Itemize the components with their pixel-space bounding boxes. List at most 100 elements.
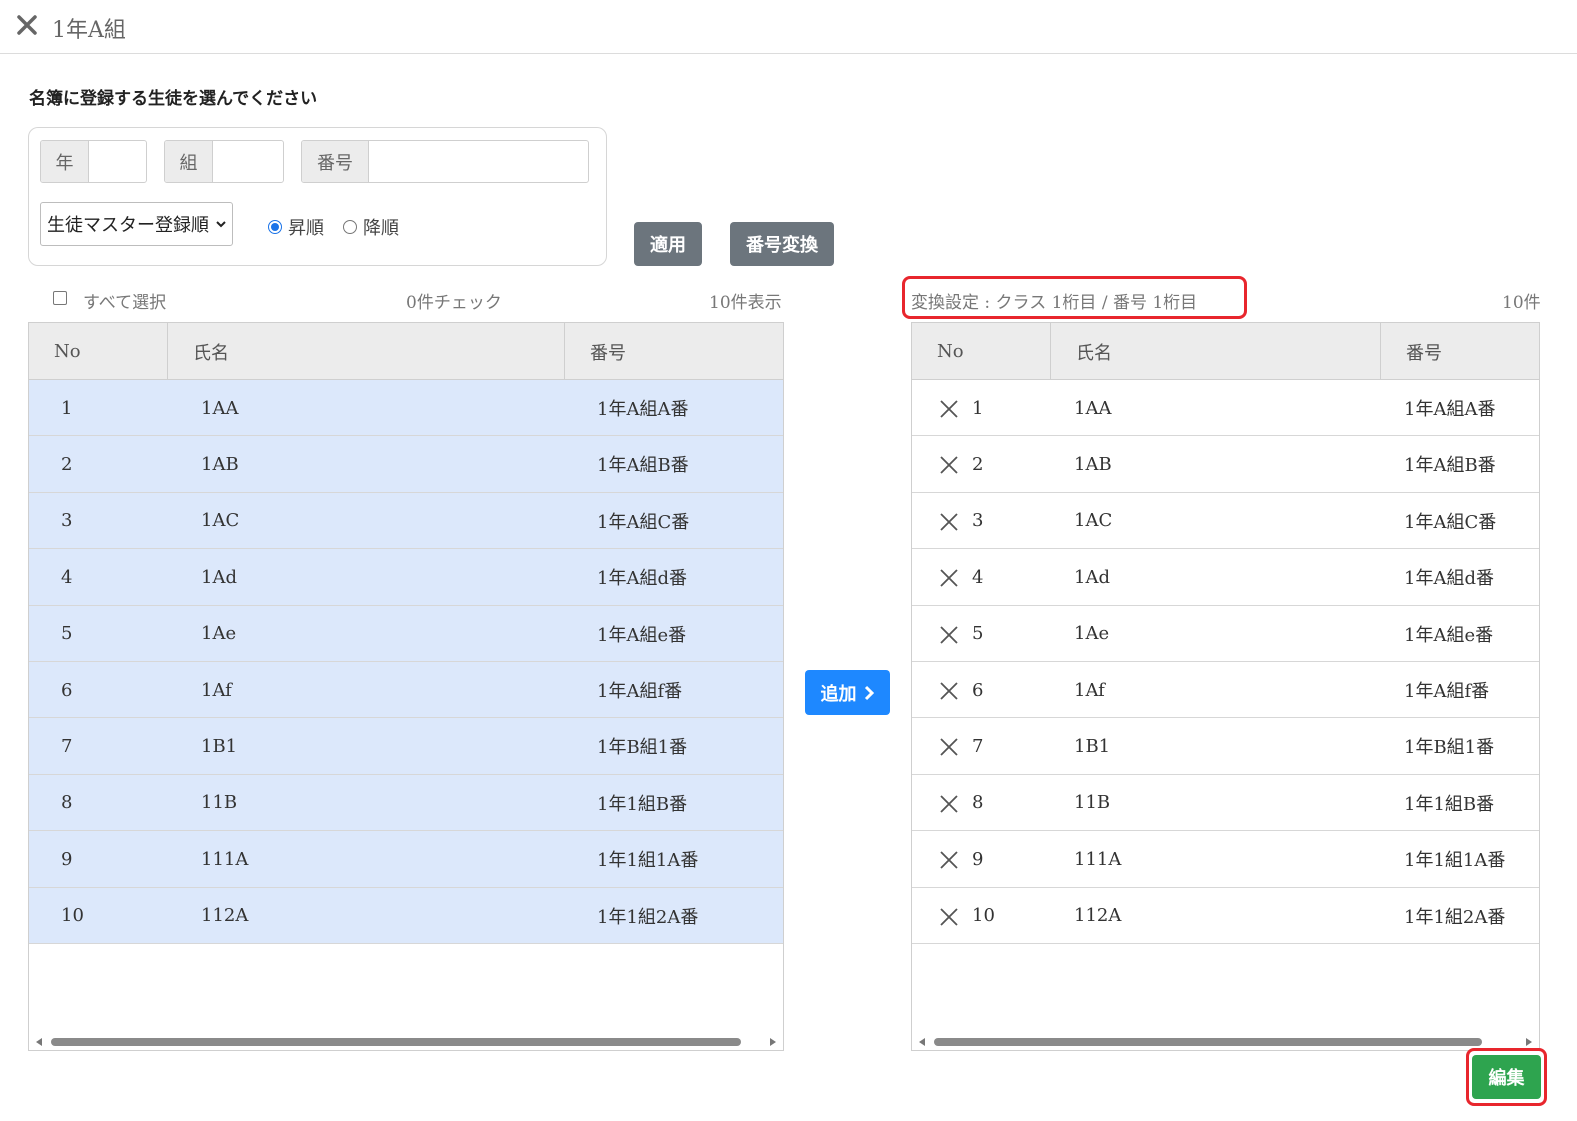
cell-no: 8 (61, 792, 73, 814)
table-row[interactable]: 8 11B 1年1組B番 (29, 774, 783, 832)
cell-number: 1年A組d番 (597, 568, 687, 590)
class-input[interactable] (213, 141, 283, 182)
table-row: 6 1Af 1年A組f番 (912, 662, 1539, 719)
table-row[interactable]: 1 1AA 1年A組A番 (29, 380, 783, 437)
cell-no: 3 (61, 510, 73, 532)
table-row[interactable]: 7 1B1 1年B組1番 (29, 718, 783, 775)
table-row[interactable]: 5 1Ae 1年A組e番 (29, 605, 783, 662)
cell-number: 1年A組B番 (1404, 455, 1496, 477)
cell-number: 1年A組e番 (597, 624, 687, 646)
cell-name: 1AB (201, 453, 239, 475)
apply-button[interactable]: 適用 (634, 222, 702, 266)
cell-no: 6 (61, 679, 73, 701)
cell-number: 1年1組B番 (597, 793, 688, 815)
checked-count: 0件チェック (406, 293, 502, 313)
cell-name: 1AC (1074, 510, 1113, 532)
horizontal-scrollbar[interactable] (912, 1032, 1539, 1050)
remove-icon[interactable] (940, 400, 958, 418)
column-header-name[interactable]: 氏名 (168, 323, 565, 380)
add-button-label: 追加 (820, 683, 857, 705)
cell-number: 1年B組1番 (597, 737, 688, 759)
radio-ascending-dot[interactable] (268, 220, 282, 234)
sort-order-select[interactable]: 生徒マスター登録順 (40, 202, 233, 246)
year-input[interactable] (89, 141, 146, 182)
cell-no: 4 (972, 566, 984, 588)
number-input-group: 番号 (301, 140, 589, 183)
cell-no: 2 (61, 453, 73, 475)
radio-descending[interactable]: 降順 (343, 214, 399, 240)
column-header-no[interactable]: No (912, 323, 1051, 380)
add-button[interactable]: 追加 (805, 670, 890, 715)
cell-no: 8 (972, 792, 984, 814)
table-row[interactable]: 2 1AB 1年A組B番 (29, 436, 783, 493)
remove-icon[interactable] (940, 738, 958, 757)
chevron-down-icon (216, 221, 226, 228)
cell-number: 1年A組f番 (1404, 681, 1490, 702)
remove-icon[interactable] (940, 513, 958, 531)
select-all-checkbox[interactable] (53, 291, 67, 305)
cell-number: 1年A組C番 (1404, 511, 1497, 533)
cell-name: 1Ad (1074, 566, 1110, 588)
table-row: 4 1Ad 1年A組d番 (912, 549, 1539, 606)
window-title: 1年A組 (52, 18, 126, 43)
cell-no: 1 (972, 397, 984, 419)
remove-icon[interactable] (940, 851, 958, 869)
remove-icon[interactable] (940, 456, 958, 475)
column-header-no[interactable]: No (29, 323, 168, 380)
cell-name: 1AC (201, 510, 240, 532)
cell-no: 9 (972, 848, 984, 870)
convert-number-button[interactable]: 番号変換 (730, 222, 834, 266)
year-label: 年 (41, 141, 89, 182)
title-bar: 1年A組 (0, 0, 1577, 54)
number-input[interactable] (369, 141, 588, 182)
cell-number: 1年1組2A番 (1404, 906, 1506, 928)
remove-icon[interactable] (940, 569, 958, 587)
table-row[interactable]: 9 111A 1年1組1A番 (29, 831, 783, 888)
cell-number: 1年A組C番 (597, 511, 690, 533)
cell-name: 11B (201, 792, 238, 814)
scroll-left-icon[interactable] (36, 1038, 42, 1046)
remove-icon[interactable] (940, 682, 958, 700)
table-row: 1 1AA 1年A組A番 (912, 380, 1539, 437)
table-row[interactable]: 4 1Ad 1年A組d番 (29, 549, 783, 606)
table-row: 7 1B1 1年B組1番 (912, 718, 1539, 775)
cell-name: 112A (1074, 905, 1122, 927)
year-input-group: 年 (40, 140, 147, 183)
remove-icon[interactable] (940, 795, 958, 813)
column-header-number[interactable]: 番号 (565, 323, 783, 380)
cell-no: 1 (61, 397, 73, 419)
number-label: 番号 (302, 141, 369, 182)
remove-icon[interactable] (940, 907, 958, 926)
scroll-right-icon[interactable] (770, 1038, 776, 1046)
radio-descending-dot[interactable] (343, 220, 357, 234)
cell-name: 1Af (1074, 679, 1105, 701)
column-header-number[interactable]: 番号 (1381, 323, 1539, 380)
scroll-thumb[interactable] (934, 1038, 1482, 1046)
cell-name: 1Ae (1074, 623, 1110, 645)
table-row[interactable]: 10 112A 1年1組2A番 (29, 887, 783, 944)
class-input-group: 組 (164, 140, 284, 183)
cell-number: 1年A組e番 (1404, 624, 1494, 646)
horizontal-scrollbar[interactable] (29, 1032, 783, 1050)
sort-order-value: 生徒マスター登録順 (47, 215, 209, 236)
cell-name: 1AA (1074, 397, 1112, 419)
radio-ascending[interactable]: 昇順 (268, 214, 324, 240)
shown-count: 10件表示 (709, 293, 782, 313)
cell-no: 7 (61, 735, 73, 757)
highlight-conversion-setting (902, 276, 1247, 319)
table-row[interactable]: 6 1Af 1年A組f番 (29, 662, 783, 719)
cell-number: 1年B組1番 (1404, 737, 1495, 759)
cell-number: 1年1組1A番 (597, 850, 699, 872)
scroll-thumb[interactable] (51, 1038, 741, 1046)
cell-name: 11B (1074, 792, 1111, 814)
edit-button[interactable]: 編集 (1472, 1055, 1541, 1099)
cell-no: 7 (972, 735, 984, 757)
column-header-name[interactable]: 氏名 (1051, 323, 1381, 380)
remove-icon[interactable] (940, 625, 958, 644)
table-row[interactable]: 3 1AC 1年A組C番 (29, 492, 783, 550)
cell-number: 1年A組A番 (597, 399, 689, 420)
scroll-right-icon[interactable] (1526, 1038, 1532, 1046)
close-icon[interactable] (14, 12, 40, 38)
scroll-left-icon[interactable] (919, 1038, 925, 1046)
source-student-table: No 氏名 番号 1 1AA 1年A組A番 2 1AB 1年A組B番 3 1AC… (28, 322, 784, 1051)
